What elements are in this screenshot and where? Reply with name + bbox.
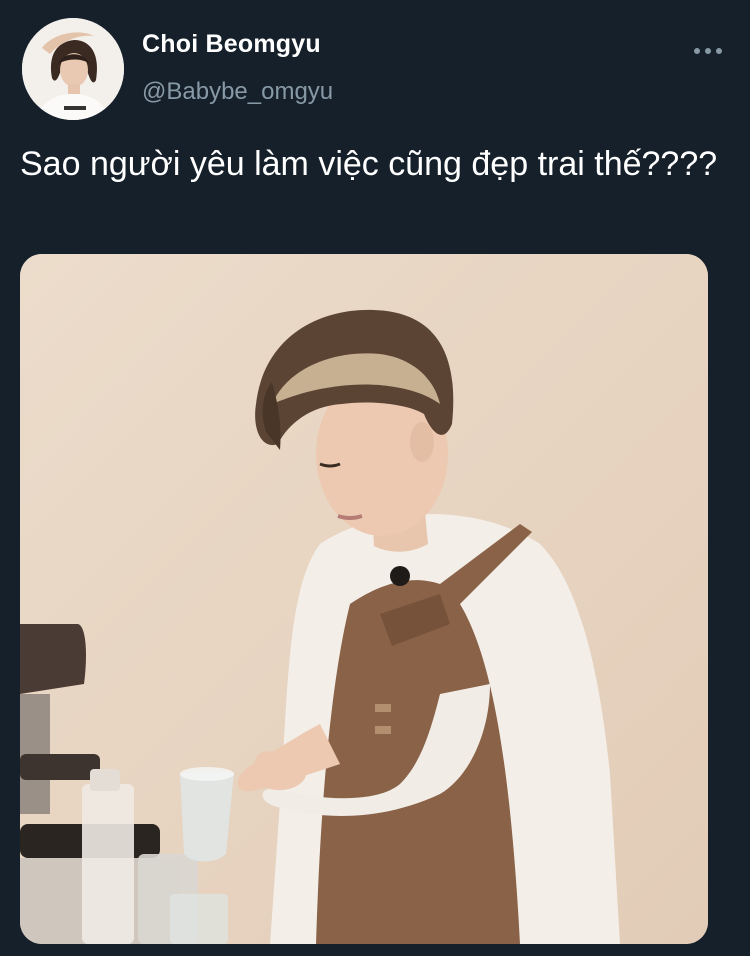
- more-horizontal-icon: [694, 48, 722, 54]
- tweet-image[interactable]: [20, 254, 708, 944]
- more-options-button[interactable]: [690, 40, 726, 62]
- avatar-photo: [22, 18, 124, 120]
- user-avatar[interactable]: [22, 18, 124, 120]
- barista-photo: [20, 254, 708, 944]
- user-handle[interactable]: @Babybe_omgyu: [142, 78, 333, 106]
- tweet-text: Sao người yêu làm việc cũng đẹp trai thế…: [20, 145, 718, 183]
- display-name[interactable]: Choi Beomgyu: [142, 30, 321, 59]
- tweet-card: Choi Beomgyu @Babybe_omgyu Sao người yêu…: [0, 0, 750, 956]
